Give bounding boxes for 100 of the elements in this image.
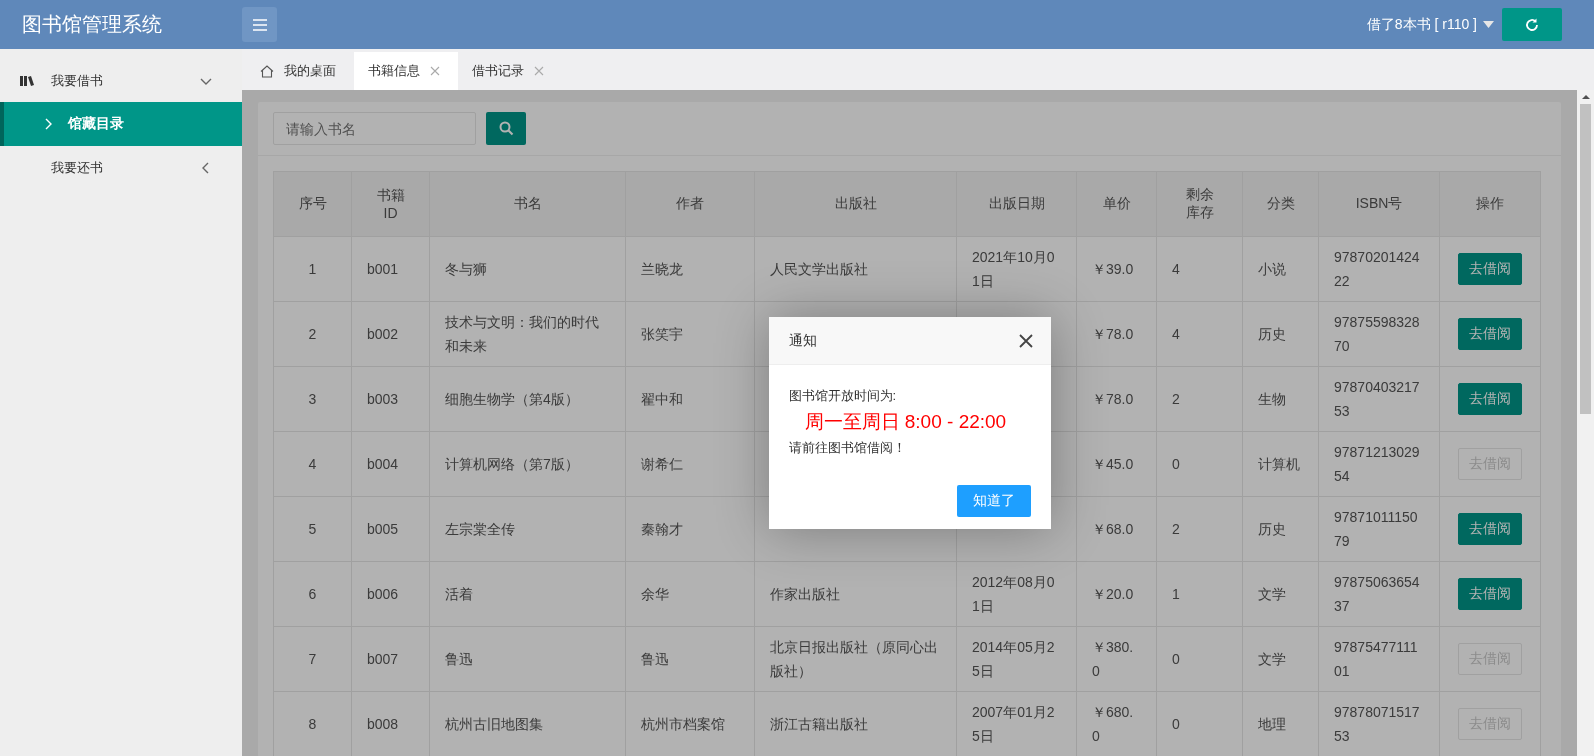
- opening-hours: 周一至周日 8:00 - 22:00: [803, 410, 1008, 434]
- search-button[interactable]: [486, 112, 526, 145]
- caret-icon: [1483, 21, 1494, 28]
- table-cell: ￥45.0: [1076, 431, 1157, 497]
- table-cell: 鲁迅: [625, 626, 755, 692]
- table-cell: 1: [1156, 561, 1243, 627]
- books-icon: [20, 75, 35, 86]
- table-cell: 9787020142422: [1318, 236, 1440, 302]
- table-cell: ￥68.0: [1076, 496, 1157, 562]
- table-cell: 历史: [1242, 301, 1319, 367]
- table-cell: 活着: [429, 561, 626, 627]
- table-cell: 5: [273, 496, 352, 562]
- table-cell: 4: [1156, 301, 1243, 367]
- table-cell: 文学: [1242, 626, 1319, 692]
- sidebar-item[interactable]: 我要还书: [0, 146, 242, 189]
- borrow-button[interactable]: 去借阅: [1458, 513, 1522, 545]
- table-cell: 4: [273, 431, 352, 497]
- table-cell: 2: [1156, 366, 1243, 432]
- table-cell: 2012年08月01日: [956, 561, 1077, 627]
- borrow-button[interactable]: 去借阅: [1458, 318, 1522, 350]
- app-title: 图书馆管理系统: [21, 12, 163, 37]
- sidebar-subitem[interactable]: 馆藏目录: [0, 102, 242, 146]
- table-cell: 7: [273, 626, 352, 692]
- table-cell: ￥78.0: [1076, 366, 1157, 432]
- home-icon: [260, 64, 274, 78]
- tab[interactable]: 我的桌面: [246, 52, 354, 90]
- refresh-icon: [1525, 17, 1539, 32]
- sidebar-item[interactable]: 我要借书: [0, 59, 242, 102]
- table-cell: 1: [273, 236, 352, 302]
- borrow-button[interactable]: 去借阅: [1458, 383, 1522, 415]
- table-cell: 张笑宇: [625, 301, 755, 367]
- search-field[interactable]: 请输入书名: [273, 112, 476, 145]
- menu-icon: [252, 18, 267, 31]
- column-header: 序号: [273, 171, 352, 237]
- table-cell: 作家出版社: [754, 561, 957, 627]
- table-cell: 余华: [625, 561, 755, 627]
- table-cell: 生物: [1242, 366, 1319, 432]
- table-cell: 9787040321753: [1318, 366, 1440, 432]
- menu-button[interactable]: [242, 7, 277, 42]
- borrow-button[interactable]: 去借阅: [1458, 253, 1522, 285]
- table-cell: b003: [351, 366, 430, 432]
- dialog-text: 图书馆开放时间为:: [788, 387, 898, 405]
- table-cell: 兰晓龙: [625, 236, 755, 302]
- column-header: 操作: [1439, 171, 1541, 237]
- close-icon[interactable]: [1018, 333, 1033, 348]
- table-cell: 翟中和: [625, 366, 755, 432]
- table-cell: 北京日报出版社（原同心出版社）: [754, 626, 957, 692]
- table-cell: 9787506365437: [1318, 561, 1440, 627]
- table-cell: 4: [1156, 236, 1243, 302]
- ok-button[interactable]: 知道了: [956, 485, 1031, 517]
- dialog-text: 请前往图书馆借阅！: [788, 439, 907, 457]
- table-cell: b001: [351, 236, 430, 302]
- table-cell: 0: [1156, 431, 1243, 497]
- table-cell: 9787559832870: [1318, 301, 1440, 367]
- column-header: 书名: [429, 171, 626, 237]
- table-cell: 9787101115079: [1318, 496, 1440, 562]
- table-cell: 2: [1156, 496, 1243, 562]
- table-cell: b006: [351, 561, 430, 627]
- table-cell: 鲁迅: [429, 626, 626, 692]
- scroll-up-icon[interactable]: [1581, 94, 1590, 100]
- user-menu[interactable]: 借了8本书 [ r110 ]: [1366, 15, 1494, 34]
- table-cell: b005: [351, 496, 430, 562]
- column-header: 书籍ID: [351, 171, 430, 237]
- borrow-button[interactable]: 去借阅: [1458, 578, 1522, 610]
- search-icon: [498, 121, 514, 136]
- table-cell: 9787121302954: [1318, 431, 1440, 497]
- table-cell: 计算机网络（第7版）: [429, 431, 626, 497]
- column-header: ISBN号: [1318, 171, 1440, 237]
- table-cell: b002: [351, 301, 430, 367]
- table-cell: 细胞生物学（第4版）: [429, 366, 626, 432]
- table-cell: 0: [1156, 626, 1243, 692]
- table-cell: 计算机: [1242, 431, 1319, 497]
- table-cell: 谢希仁: [625, 431, 755, 497]
- table-cell: ￥380.0: [1076, 626, 1157, 692]
- column-header: 单价: [1076, 171, 1157, 237]
- table-cell: ￥39.0: [1076, 236, 1157, 302]
- dialog-title: 通知: [788, 331, 818, 350]
- table-cell: 2: [273, 301, 352, 367]
- table-cell: 2014年05月25日: [956, 626, 1077, 692]
- table-cell: b007: [351, 626, 430, 692]
- tab[interactable]: 借书记录: [458, 52, 562, 90]
- table-cell: 小说: [1242, 236, 1319, 302]
- table-cell: ￥20.0: [1076, 561, 1157, 627]
- table-cell: b004: [351, 431, 430, 497]
- tab[interactable]: 书籍信息: [354, 52, 458, 90]
- table-cell: 历史: [1242, 496, 1319, 562]
- column-header: 剩余库存: [1156, 171, 1243, 237]
- table-cell: 秦翰才: [625, 496, 755, 562]
- table-cell: 6: [273, 561, 352, 627]
- column-header: 出版日期: [956, 171, 1077, 237]
- column-header: 分类: [1242, 171, 1319, 237]
- table-cell: 左宗棠全传: [429, 496, 626, 562]
- table-cell: 冬与狮: [429, 236, 626, 302]
- table-cell: 2021年10月01日: [956, 236, 1077, 302]
- table-cell: 8: [273, 691, 352, 756]
- table-cell: 人民文学出版社: [754, 236, 957, 302]
- scrollbar[interactable]: [1577, 90, 1594, 756]
- column-header: 作者: [625, 171, 755, 237]
- refresh-button[interactable]: [1502, 8, 1562, 41]
- table-cell: 技术与文明：我们的时代和未来: [429, 301, 626, 367]
